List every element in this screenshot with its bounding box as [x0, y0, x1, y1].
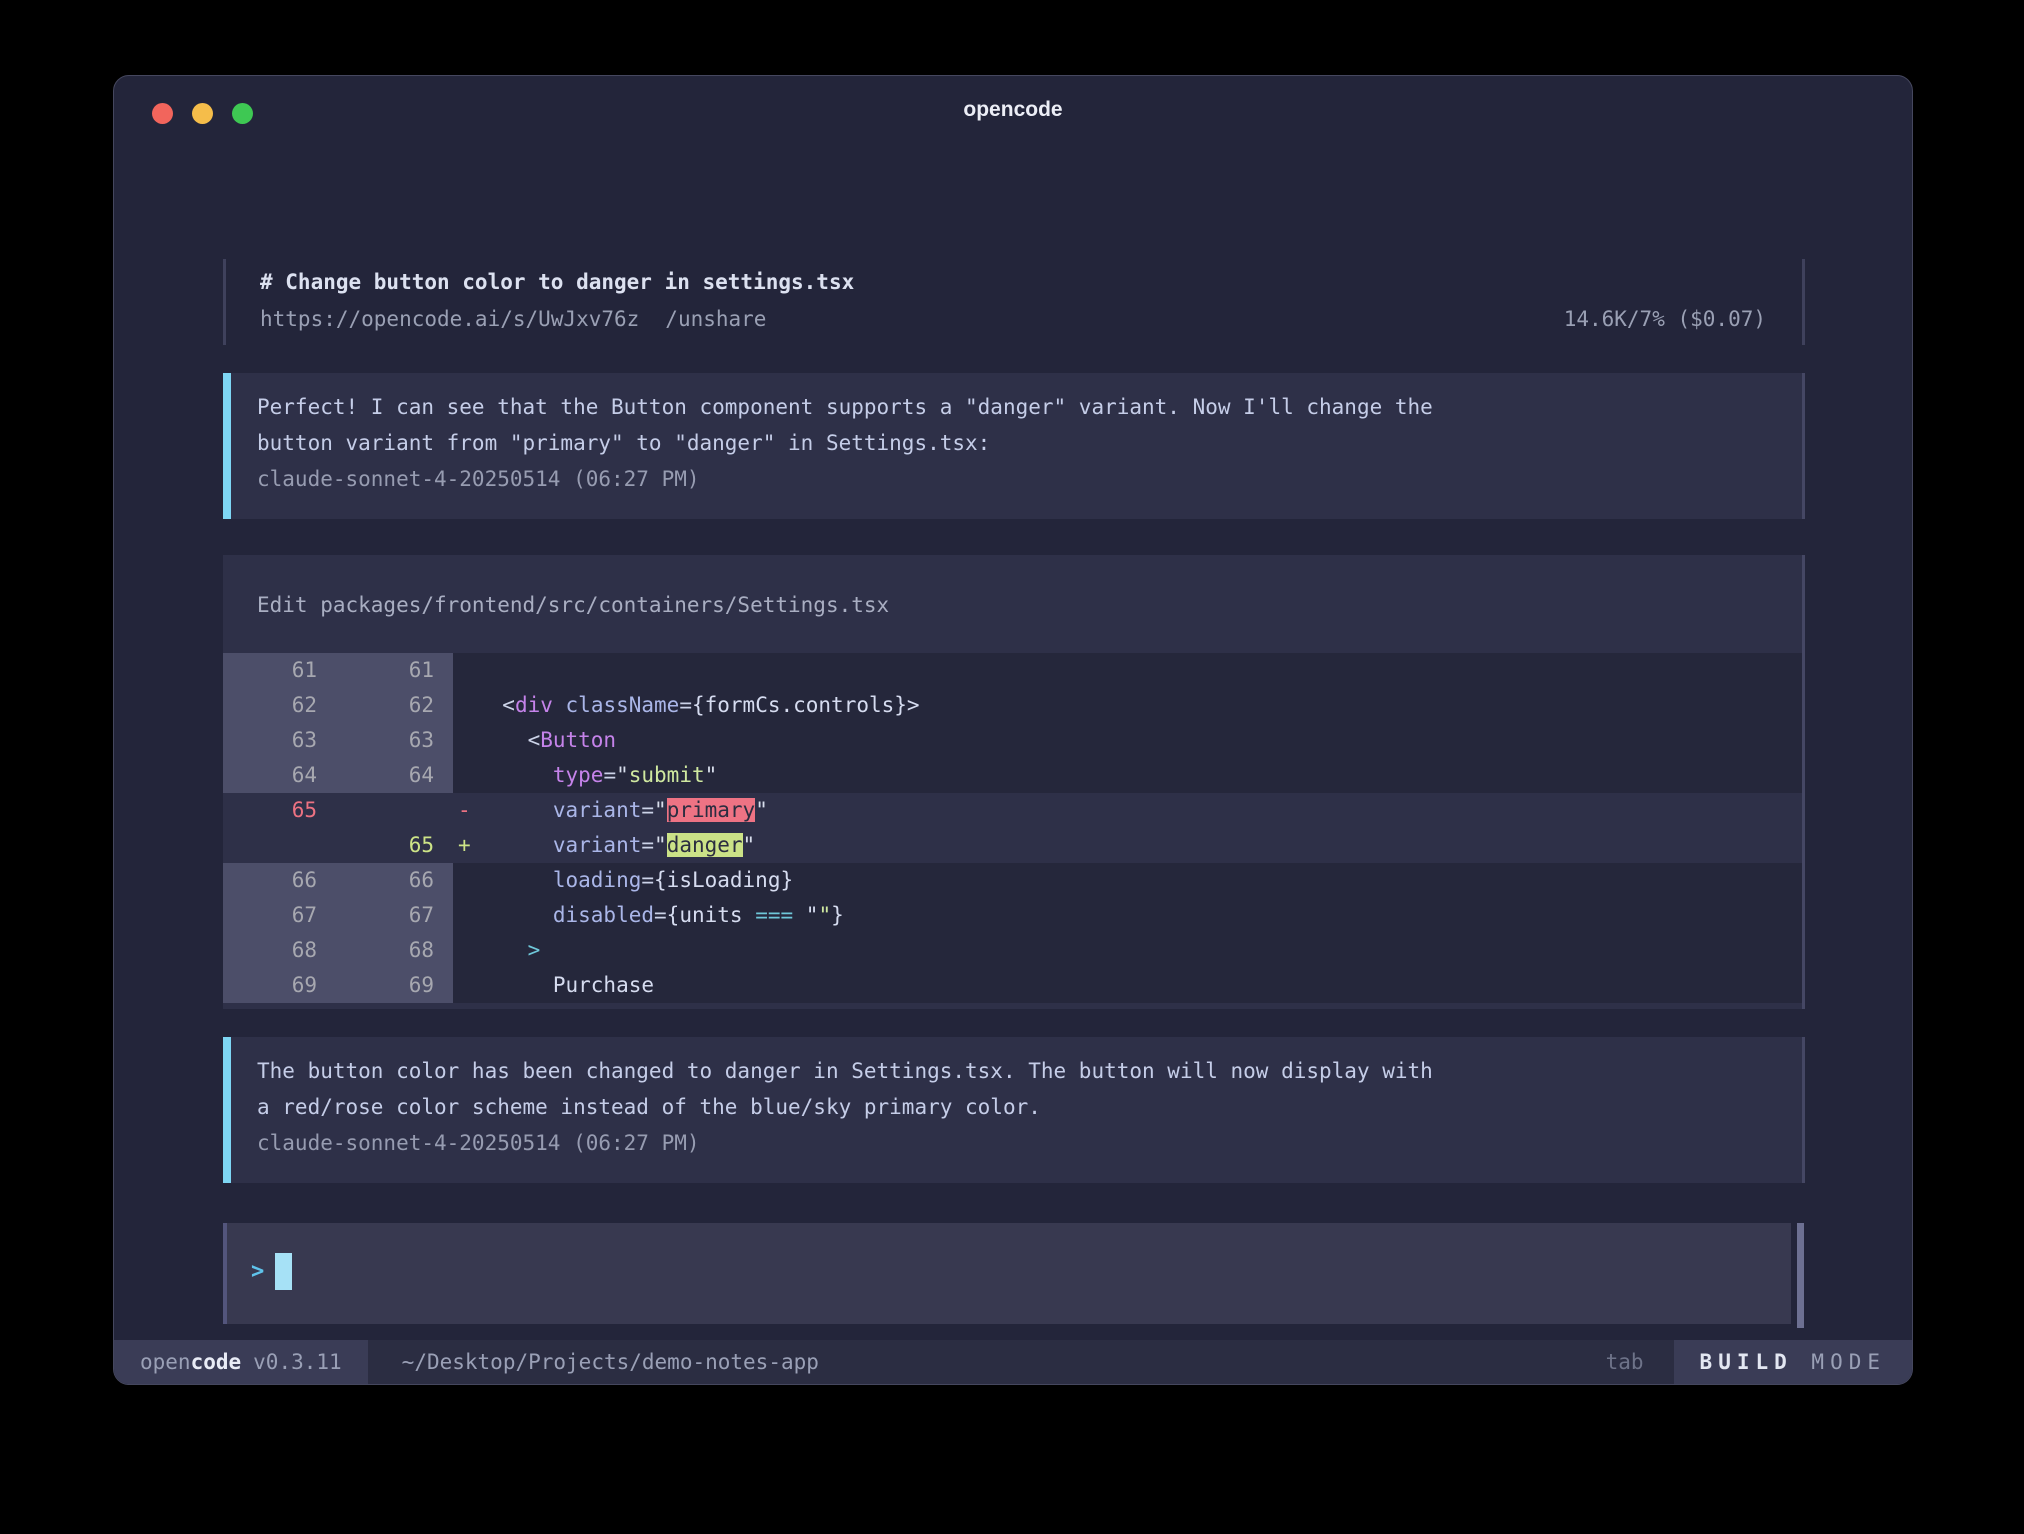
diff-old-line-number: 66 [223, 863, 338, 898]
edit-tool-title: Edit packages/frontend/src/containers/Se… [223, 587, 1802, 623]
opencode-window: opencode # Change button color to danger… [113, 75, 1913, 1385]
assistant-message-text: Perfect! I can see that the Button compo… [257, 389, 1766, 461]
diff-code-line: variant="primary" [477, 793, 1802, 828]
diff-change-sign [453, 688, 477, 723]
share-url-link[interactable]: https://opencode.ai/s/UwJxv76z [260, 307, 639, 331]
assistant-message-2: The button color has been changed to dan… [223, 1037, 1805, 1183]
diff-row: 65+ variant="danger" [223, 828, 1802, 863]
diff-old-line-number [223, 828, 338, 863]
diff-old-line-number: 67 [223, 898, 338, 933]
app-version-chip: opencode v0.3.11 [114, 1340, 368, 1384]
diff-change-sign [453, 933, 477, 968]
status-bar: opencode v0.3.11 ~/Desktop/Projects/demo-… [114, 1340, 1912, 1384]
diff-new-line-number: 68 [338, 933, 453, 968]
session-header: # Change button color to danger in setti… [223, 259, 1805, 345]
diff-code-line: <Button [477, 723, 1802, 758]
token-usage-cost: 14.6K/7% ($0.07) [1564, 301, 1766, 337]
app-name-open: open [140, 1350, 191, 1374]
diff-code-line: Purchase [477, 968, 1802, 1003]
diff-old-line-number: 69 [223, 968, 338, 1003]
diff-old-line-number: 63 [223, 723, 338, 758]
diff-code-line: variant="danger" [477, 828, 1802, 863]
diff-code-line: type="submit" [477, 758, 1802, 793]
diff-new-line-number: 69 [338, 968, 453, 1003]
diff-new-line-number: 61 [338, 653, 453, 688]
prompt-input[interactable]: > [223, 1223, 1791, 1324]
diff-new-line-number: 66 [338, 863, 453, 898]
diff-new-line-number: 63 [338, 723, 453, 758]
diff-row: 6666 loading={isLoading} [223, 863, 1802, 898]
diff-old-line-number: 64 [223, 758, 338, 793]
diff-change-sign [453, 898, 477, 933]
unshare-command[interactable]: /unshare [665, 307, 766, 331]
session-title: # Change button color to danger in setti… [260, 263, 1766, 301]
app-name-code: code [191, 1350, 242, 1374]
diff-old-line-number: 62 [223, 688, 338, 723]
diff-change-sign [453, 723, 477, 758]
diff-row: 6767 disabled={units === ""} [223, 898, 1802, 933]
diff-row: 6969 Purchase [223, 968, 1802, 1003]
edit-tool-panel: Edit packages/frontend/src/containers/Se… [223, 555, 1805, 1009]
input-scrollbar[interactable] [1797, 1223, 1804, 1328]
diff-row: 6262 <div className={formCs.controls}> [223, 688, 1802, 723]
diff-code-line: > [477, 933, 1802, 968]
session-content: # Change button color to danger in setti… [223, 134, 1805, 1362]
diff-new-line-number: 64 [338, 758, 453, 793]
diff-row: 6363 <Button [223, 723, 1802, 758]
diff-change-sign [453, 968, 477, 1003]
diff-change-sign [453, 863, 477, 898]
mode-badge: BUILD MODE [1674, 1340, 1912, 1384]
window-title: opencode [114, 98, 1912, 122]
diff-row: 6161 [223, 653, 1802, 688]
diff-change-sign [453, 758, 477, 793]
diff-old-line-number: 61 [223, 653, 338, 688]
diff-view: 61616262 <div className={formCs.controls… [223, 653, 1802, 1003]
diff-code-line: <div className={formCs.controls}> [477, 688, 1802, 723]
diff-change-sign [453, 653, 477, 688]
diff-code-line [477, 653, 1802, 688]
diff-old-line-number: 68 [223, 933, 338, 968]
diff-change-sign: - [453, 793, 477, 828]
diff-old-line-number: 65 [223, 793, 338, 828]
assistant-message-meta: claude-sonnet-4-20250514 (06:27 PM) [257, 461, 1766, 497]
diff-new-line-number: 67 [338, 898, 453, 933]
diff-row: 6464 type="submit" [223, 758, 1802, 793]
text-cursor [275, 1253, 292, 1290]
mode-secondary: MODE [1811, 1350, 1886, 1374]
diff-new-line-number: 65 [338, 828, 453, 863]
diff-change-sign: + [453, 828, 477, 863]
assistant-message-1: Perfect! I can see that the Button compo… [223, 373, 1805, 519]
assistant-message-meta: claude-sonnet-4-20250514 (06:27 PM) [257, 1125, 1766, 1161]
diff-new-line-number: 62 [338, 688, 453, 723]
assistant-message-text: The button color has been changed to dan… [257, 1053, 1766, 1125]
diff-code-line: loading={isLoading} [477, 863, 1802, 898]
diff-code-line: disabled={units === ""} [477, 898, 1802, 933]
prompt-symbol: > [251, 1259, 264, 1284]
app-version: v0.3.11 [253, 1350, 342, 1374]
mode-primary: BUILD [1700, 1350, 1793, 1374]
title-bar: opencode [114, 76, 1912, 134]
tab-key-hint: tab [1606, 1340, 1644, 1384]
working-directory: ~/Desktop/Projects/demo-notes-app [402, 1340, 1606, 1384]
diff-row: 6868 > [223, 933, 1802, 968]
diff-new-line-number [338, 793, 453, 828]
diff-row: 65 - variant="primary" [223, 793, 1802, 828]
